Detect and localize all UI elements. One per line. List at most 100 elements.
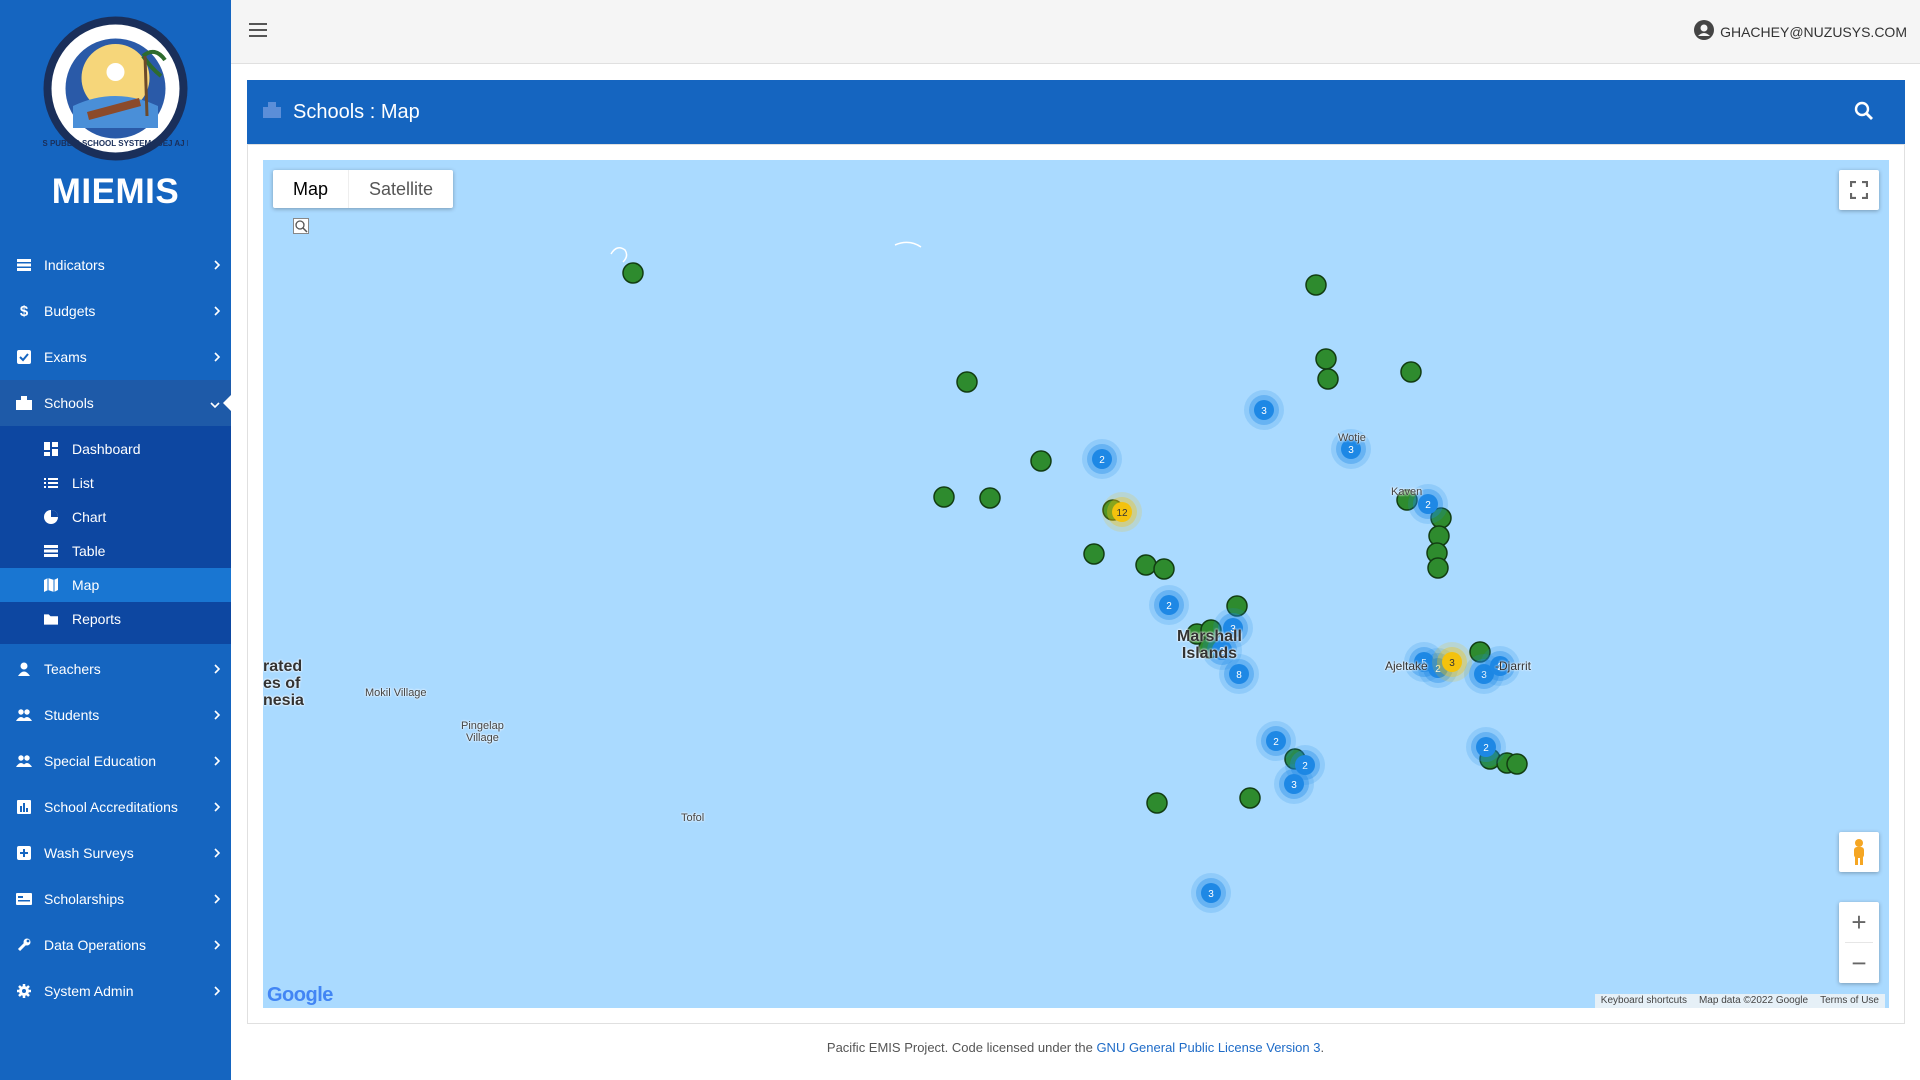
place-label-tofol: Tofol — [681, 812, 705, 824]
miemis-logo[interactable]: MARSHALL ISLANDS PUBLIC SCHOOL SYSTEM · … — [0, 16, 265, 161]
user-menu[interactable]: GHACHEY@NUZUSYS.COM — [1694, 20, 1907, 43]
cluster-marker-large[interactable]: 3 — [1432, 642, 1472, 682]
school-icon — [263, 101, 281, 123]
drag-zoom-icon[interactable] — [293, 218, 309, 234]
plus-square-icon — [16, 845, 32, 861]
license-link[interactable]: GNU General Public License Version 3 — [1096, 1040, 1320, 1055]
sidebar-item-exams[interactable]: Exams — [0, 334, 231, 380]
map-canvas[interactable]: 33222338523222323123 — [263, 160, 1889, 1008]
school-marker[interactable] — [1146, 792, 1168, 814]
school-marker[interactable] — [979, 487, 1001, 509]
footer: Pacific EMIS Project. Code licensed unde… — [231, 1040, 1920, 1055]
zoom-in-button[interactable]: + — [1839, 902, 1879, 942]
sidebar-nav: Indicators $ Budgets Exams Schools Dashb… — [0, 242, 231, 1014]
submenu-item-table[interactable]: Table — [0, 534, 231, 568]
sidebar-item-budgets[interactable]: $ Budgets — [0, 288, 231, 334]
cluster-marker[interactable]: 3 — [1244, 390, 1284, 430]
sidebar-nav-lower: Teachers Students Special Education Scho… — [0, 644, 231, 1014]
map-type-control: Map Satellite — [273, 170, 454, 208]
terms-of-use-link[interactable]: Terms of Use — [1814, 994, 1885, 1008]
people-icon — [16, 707, 32, 723]
submenu-item-label: Table — [72, 543, 106, 559]
cluster-count: 3 — [1348, 445, 1354, 456]
fullscreen-button[interactable] — [1839, 170, 1879, 210]
cluster-marker[interactable]: 3 — [1191, 873, 1231, 913]
cluster-marker-large[interactable]: 12 — [1102, 492, 1142, 532]
sidebar-item-label: Wash Surveys — [44, 845, 134, 861]
bar-chart-icon — [16, 799, 32, 815]
logo-text: MARSHALL ISLANDS PUBLIC SCHOOL SYSTEM · … — [43, 139, 188, 148]
cluster-count: 2 — [1273, 737, 1279, 748]
search-icon[interactable] — [1854, 101, 1874, 126]
school-marker[interactable] — [1153, 558, 1175, 580]
account-circle-icon — [1694, 20, 1715, 43]
menu-toggle-icon[interactable] — [249, 22, 269, 38]
chevron-right-icon — [213, 846, 221, 862]
sidebar-item-wash-surveys[interactable]: Wash Surveys — [0, 830, 231, 876]
fullscreen-icon — [1850, 181, 1868, 199]
cluster-count: 2 — [1483, 743, 1489, 754]
sidebar-item-teachers[interactable]: Teachers — [0, 646, 231, 692]
chevron-right-icon — [213, 938, 221, 954]
check-square-icon — [16, 349, 32, 365]
zoom-out-button[interactable]: − — [1839, 943, 1879, 983]
sidebar-item-label: System Admin — [44, 983, 134, 999]
sidebar-item-school-accreditations[interactable]: School Accreditations — [0, 784, 231, 830]
school-marker[interactable] — [1315, 348, 1337, 370]
submenu-item-label: Reports — [72, 611, 122, 627]
submenu-item-label: Map — [72, 577, 100, 593]
submenu-item-label: List — [72, 475, 94, 491]
school-marker[interactable] — [956, 371, 978, 393]
sidebar-item-scholarships[interactable]: Scholarships — [0, 876, 231, 922]
sidebar-item-label: Exams — [44, 349, 87, 365]
submenu-item-reports[interactable]: Reports — [0, 602, 231, 636]
cluster-marker[interactable]: 2 — [1466, 727, 1506, 767]
schools-submenu: Dashboard List Chart Table Map Reports — [0, 426, 231, 644]
schools-map[interactable]: 3 3 2 2 2 3 3 8 5 2 3 2 2 2 3 2 3 12 3 Map Satellite + − r… — [263, 160, 1889, 1008]
cluster-count: 2 — [1425, 500, 1431, 511]
place-label-pingelap: Pingelap Village — [461, 720, 504, 744]
cluster-count: 3 — [1449, 658, 1455, 669]
zoom-control: + − — [1839, 902, 1879, 983]
cluster-marker[interactable]: 2 — [1082, 439, 1122, 479]
map-type-map-button[interactable]: Map — [273, 170, 348, 208]
map-type-satellite-button[interactable]: Satellite — [348, 170, 453, 208]
school-marker[interactable] — [1400, 361, 1422, 383]
submenu-item-list[interactable]: List — [0, 466, 231, 500]
school-marker[interactable] — [1317, 368, 1339, 390]
cluster-marker[interactable]: 3 — [1274, 764, 1314, 804]
submenu-item-map[interactable]: Map — [0, 568, 231, 602]
chevron-right-icon — [213, 258, 221, 274]
school-marker[interactable] — [933, 486, 955, 508]
chevron-right-icon — [213, 800, 221, 816]
cluster-marker[interactable]: 2 — [1149, 585, 1189, 625]
chevron-right-icon — [213, 984, 221, 1000]
school-marker[interactable] — [622, 262, 644, 284]
sidebar-item-special-education[interactable]: Special Education — [0, 738, 231, 784]
footer-text: Pacific EMIS Project. Code licensed unde… — [826, 1040, 1097, 1055]
sidebar-item-data-operations[interactable]: Data Operations — [0, 922, 231, 968]
sidebar-item-schools[interactable]: Schools — [0, 380, 231, 426]
keyboard-shortcuts-link[interactable]: Keyboard shortcuts — [1595, 994, 1693, 1008]
school-icon — [16, 395, 32, 411]
school-marker[interactable] — [1305, 274, 1327, 296]
street-view-pegman[interactable] — [1839, 832, 1879, 872]
school-marker[interactable] — [1135, 554, 1157, 576]
place-label-wotje: Wotje — [1338, 432, 1366, 444]
submenu-item-label: Chart — [72, 509, 107, 525]
school-marker[interactable] — [1506, 753, 1528, 775]
school-marker[interactable] — [1030, 450, 1052, 472]
person-icon — [16, 661, 32, 677]
school-marker[interactable] — [1239, 787, 1261, 809]
place-label-djarrit: -Djarrit — [1495, 659, 1531, 673]
sidebar-item-indicators[interactable]: Indicators — [0, 242, 231, 288]
markers-layer: 33222338523222323123 — [622, 262, 1528, 913]
place-label-micronesia: rated es of nesia — [263, 658, 304, 709]
chevron-down-icon — [209, 396, 221, 412]
submenu-item-dashboard[interactable]: Dashboard — [0, 432, 231, 466]
school-marker[interactable] — [1083, 543, 1105, 565]
submenu-item-chart[interactable]: Chart — [0, 500, 231, 534]
school-marker[interactable] — [1427, 557, 1449, 579]
sidebar-item-system-admin[interactable]: System Admin — [0, 968, 231, 1014]
sidebar-item-students[interactable]: Students — [0, 692, 231, 738]
